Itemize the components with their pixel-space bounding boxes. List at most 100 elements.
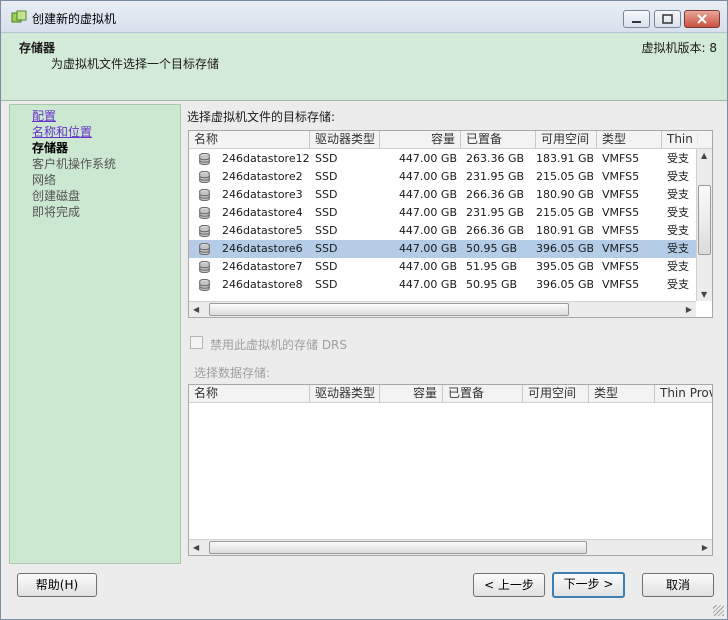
cell-thin: 受支 (667, 152, 689, 165)
cell-free: 215.05 GB (536, 170, 593, 183)
minimize-icon (632, 21, 641, 23)
step-create-disk: 创建磁盘 (32, 189, 81, 203)
step-config[interactable]: 配置 (32, 108, 56, 124)
horizontal-scrollbar-2[interactable]: ◀ ▶ (189, 539, 712, 555)
col-type[interactable]: 类型 (597, 131, 662, 149)
datastore-table: 名称 驱动器类型 容量 已置备 可用空间 类型 Thin Pro 246data… (188, 130, 713, 318)
scroll-up-icon[interactable]: ▲ (701, 151, 707, 160)
scroll-left-icon[interactable]: ◀ (193, 305, 199, 314)
cell-drive: SSD (315, 278, 338, 291)
step-name-location[interactable]: 名称和位置 (32, 124, 92, 140)
table-row[interactable]: 246datastore3 SSD 447.00 GB 266.36 GB 180.90… (189, 186, 712, 204)
cell-provisioned: 231.95 GB (466, 206, 525, 219)
datastore-icon (199, 152, 210, 166)
table-row[interactable]: 246datastore12 SSD 447.00 GB 263.36 GB 183.9… (189, 150, 712, 168)
cell-drive: SSD (315, 224, 338, 237)
table-row[interactable]: 246datastore5 SSD 447.00 GB 266.36 GB 180.91… (189, 222, 712, 240)
cell-capacity: 447.00 GB (398, 170, 457, 183)
cell-thin: 受支 (667, 188, 689, 201)
datastore-icon (199, 260, 210, 274)
col-provisioned[interactable]: 已置备 (461, 131, 536, 149)
back-button[interactable]: < 上一步 (473, 573, 545, 597)
target-storage-label: 选择虚拟机文件的目标存储: (187, 110, 336, 124)
step-storage: 存储器 (32, 141, 69, 155)
col2-name[interactable]: 名称 (189, 385, 310, 403)
maximize-button[interactable] (654, 10, 681, 28)
cell-name: 246datastore6 (222, 242, 303, 255)
col-drive-type[interactable]: 驱动器类型 (310, 131, 380, 149)
cell-type: VMFS5 (602, 152, 640, 165)
cell-name: 246datastore8 (222, 278, 303, 291)
col-thin-pro[interactable]: Thin Pro (662, 131, 698, 149)
cell-drive: SSD (315, 170, 338, 183)
title-bar[interactable]: 创建新的虚拟机 (1, 1, 727, 33)
cell-capacity: 447.00 GB (398, 278, 457, 291)
cell-thin: 受支 (667, 206, 689, 219)
cell-provisioned: 231.95 GB (466, 170, 525, 183)
help-button[interactable]: 帮助(H) (17, 573, 97, 597)
vertical-scroll-thumb[interactable] (698, 185, 711, 255)
col2-thin-provi[interactable]: Thin Provi (655, 385, 712, 403)
page-title: 存储器 (19, 41, 56, 55)
resize-grip-icon[interactable] (713, 605, 724, 616)
col2-drive-type[interactable]: 驱动器类型 (310, 385, 380, 403)
col2-free-space[interactable]: 可用空间 (523, 385, 589, 403)
scroll-right-icon[interactable]: ▶ (686, 305, 692, 314)
drs-checkbox[interactable] (190, 336, 203, 349)
wizard-window: 创建新的虚拟机 存储器 为虚拟机文件选择一个目标存储 虚拟机版本: 8 配置 名… (0, 0, 728, 620)
scroll-right-icon-2[interactable]: ▶ (702, 543, 708, 552)
table-row[interactable]: 246datastore6 SSD 447.00 GB 50.95 GB 396.05 … (189, 240, 712, 258)
cell-provisioned: 263.36 GB (466, 152, 525, 165)
cell-provisioned: 50.95 GB (466, 242, 518, 255)
next-button[interactable]: 下一步 > (552, 572, 625, 598)
table-row[interactable]: 246datastore2 SSD 447.00 GB 231.95 GB 215.05… (189, 168, 712, 186)
cell-free: 180.90 GB (536, 188, 593, 201)
cell-capacity: 447.00 GB (398, 206, 457, 219)
table-row[interactable]: 246datastore8 SSD 447.00 GB 50.95 GB 396.05 … (189, 276, 712, 294)
cell-provisioned: 266.36 GB (466, 188, 525, 201)
col-capacity[interactable]: 容量 (380, 131, 461, 149)
cell-thin: 受支 (667, 170, 689, 183)
step-network: 网络 (32, 173, 57, 187)
table-header-2: 名称 驱动器类型 容量 已置备 可用空间 类型 Thin Provi (189, 385, 712, 403)
table-header: 名称 驱动器类型 容量 已置备 可用空间 类型 Thin Pro (189, 131, 712, 149)
cancel-button[interactable]: 取消 (642, 573, 714, 597)
datastore-icon (199, 278, 210, 292)
cell-type: VMFS5 (602, 188, 640, 201)
horizontal-scrollbar[interactable]: ◀ ▶ (189, 301, 696, 317)
vm-version: 虚拟机版本: 8 (641, 41, 718, 55)
cell-capacity: 447.00 GB (398, 188, 457, 201)
col2-type[interactable]: 类型 (589, 385, 655, 403)
horizontal-scroll-thumb-2[interactable] (209, 541, 587, 554)
cell-drive: SSD (315, 206, 338, 219)
cell-free: 215.05 GB (536, 206, 593, 219)
col2-provisioned[interactable]: 已置备 (443, 385, 523, 403)
selected-datastore-table: 名称 驱动器类型 容量 已置备 可用空间 类型 Thin Provi ◀ ▶ (188, 384, 713, 556)
cell-name: 246datastore7 (222, 260, 303, 273)
horizontal-scroll-thumb[interactable] (209, 303, 569, 316)
col2-capacity[interactable]: 容量 (380, 385, 443, 403)
cell-capacity: 447.00 GB (398, 152, 457, 165)
cell-free: 396.05 GB (536, 242, 593, 255)
minimize-button[interactable] (623, 10, 650, 28)
cell-free: 183.91 GB (536, 152, 593, 165)
table-row[interactable]: 246datastore7 SSD 447.00 GB 51.95 GB 395.05 … (189, 258, 712, 276)
maximize-icon (662, 14, 673, 24)
page-subtitle: 为虚拟机文件选择一个目标存储 (51, 57, 220, 71)
cell-type: VMFS5 (602, 170, 640, 183)
cell-thin: 受支 (667, 260, 689, 273)
table-row[interactable]: 246datastore4 SSD 447.00 GB 231.95 GB 215.05… (189, 204, 712, 222)
col-free-space[interactable]: 可用空间 (536, 131, 597, 149)
scroll-left-icon-2[interactable]: ◀ (193, 543, 199, 552)
scroll-down-icon[interactable]: ▼ (701, 290, 707, 299)
cell-provisioned: 51.95 GB (466, 260, 518, 273)
cell-provisioned: 50.95 GB (466, 278, 518, 291)
cell-drive: SSD (315, 260, 338, 273)
step-guest-os: 客户机操作系统 (32, 157, 117, 171)
vertical-scrollbar[interactable]: ▲ ▼ (696, 149, 712, 301)
col-name[interactable]: 名称 (189, 131, 310, 149)
cell-free: 180.91 GB (536, 224, 593, 237)
cell-capacity: 447.00 GB (398, 242, 457, 255)
datastore-icon (199, 188, 210, 202)
close-button[interactable] (684, 10, 720, 28)
